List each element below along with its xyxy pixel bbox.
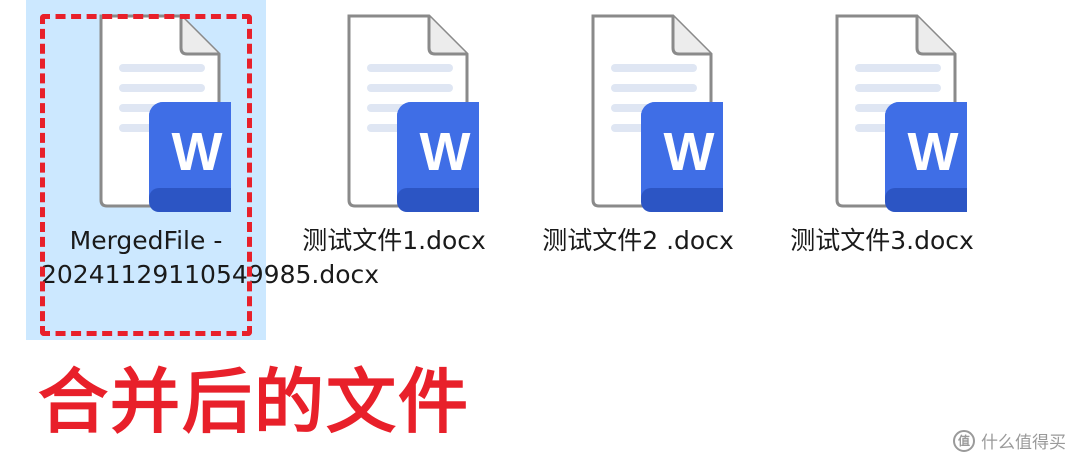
file-item-merged[interactable]: W MergedFile - 20241129110549985.docx xyxy=(26,0,380,340)
word-document-icon: W xyxy=(591,14,723,212)
svg-text:W: W xyxy=(420,122,471,182)
file-item-test2[interactable]: W 测试文件2 .docx xyxy=(518,0,758,258)
svg-text:W: W xyxy=(908,122,959,182)
word-document-icon: W xyxy=(835,14,967,212)
file-name-label: 测试文件1.docx xyxy=(302,226,486,255)
file-name-label: 测试文件3.docx xyxy=(790,226,974,255)
file-name-label: MergedFile - 20241129110549985.docx xyxy=(41,226,380,289)
svg-text:W: W xyxy=(664,122,715,182)
word-document-icon: W xyxy=(99,14,231,212)
svg-text:W: W xyxy=(172,122,223,182)
file-name-label: 测试文件2 .docx xyxy=(542,226,734,255)
watermark: 值 什么值得买 xyxy=(953,428,1066,453)
watermark-text: 什么值得买 xyxy=(981,433,1066,453)
file-item-test1[interactable]: W 测试文件1.docx xyxy=(274,0,514,258)
merged-file-caption: 合并后的文件 xyxy=(38,361,470,443)
smzdm-logo-icon: 值 xyxy=(953,429,975,452)
word-document-icon: W xyxy=(347,14,479,212)
file-item-test3[interactable]: W 测试文件3.docx xyxy=(762,0,1002,258)
